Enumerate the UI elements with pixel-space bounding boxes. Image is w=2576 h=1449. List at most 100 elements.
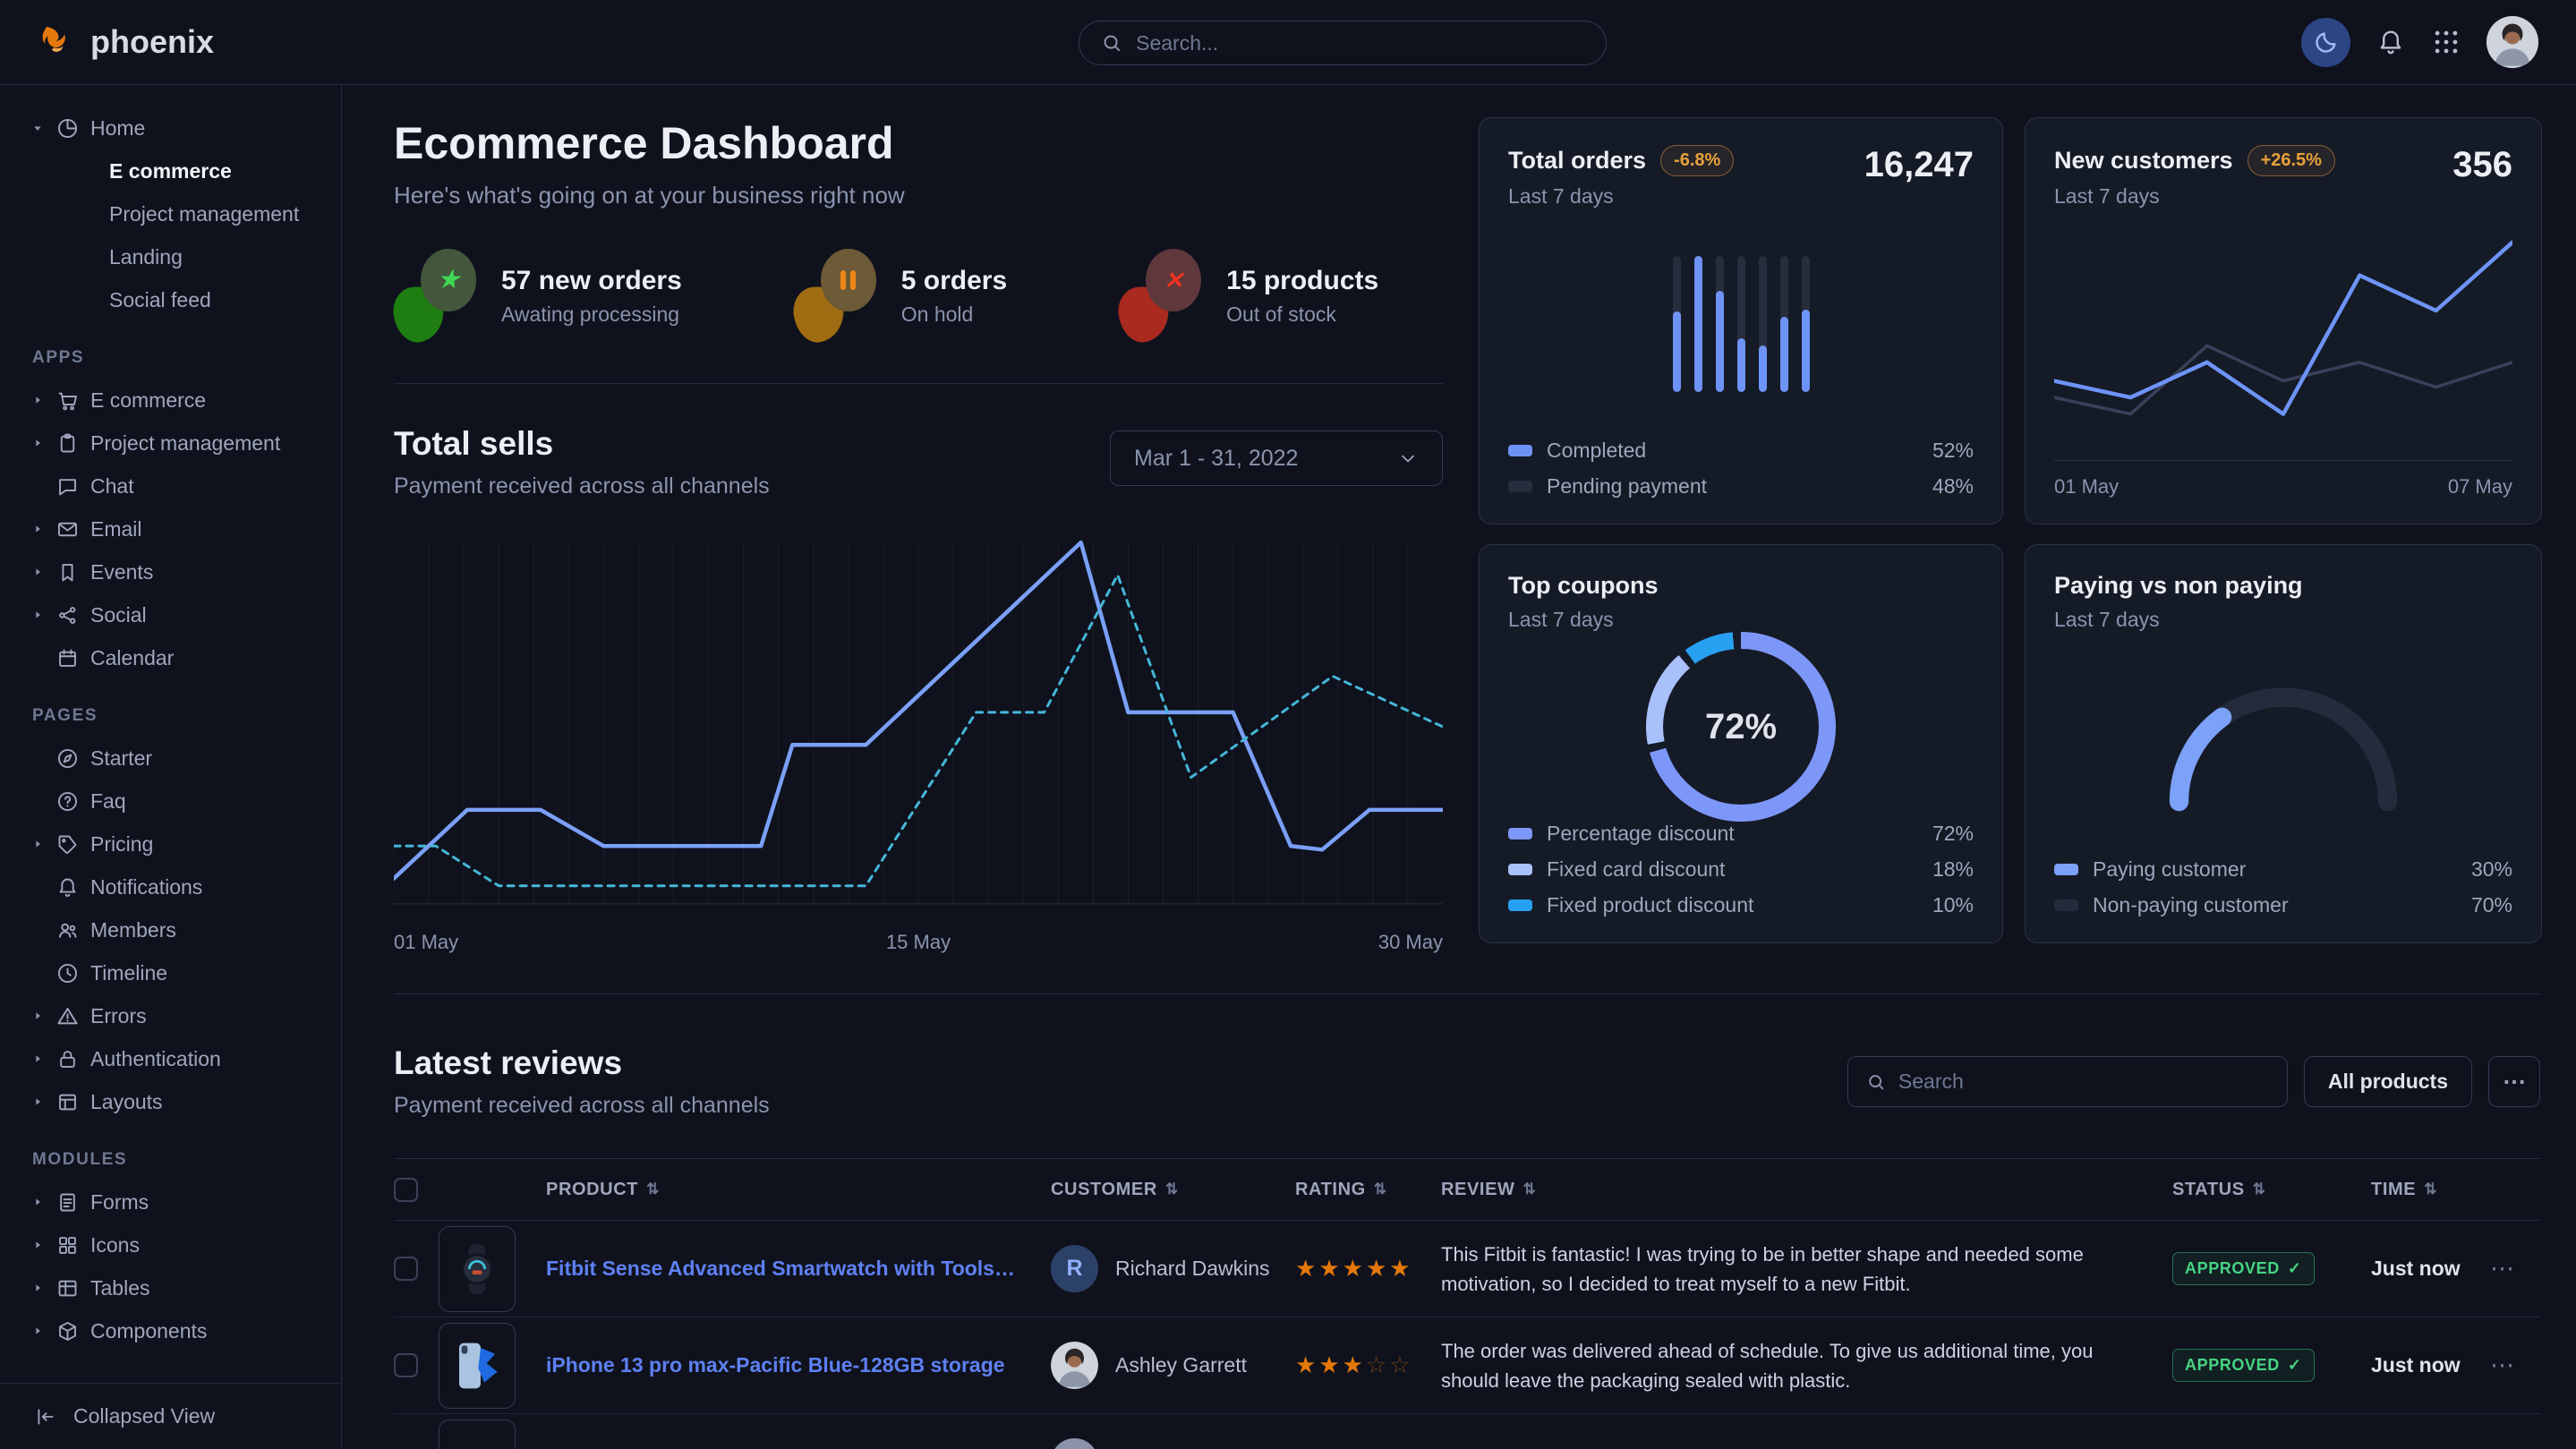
all-products-button[interactable]: All products bbox=[2304, 1056, 2472, 1107]
reviews-search-input[interactable] bbox=[1898, 1070, 2269, 1094]
sort-icon: ⇅ bbox=[2253, 1181, 2266, 1198]
sidebar-item[interactable]: Errors bbox=[30, 994, 321, 1037]
sidebar-item[interactable]: Project management bbox=[30, 422, 321, 465]
search-input[interactable] bbox=[1136, 31, 1584, 55]
chevron-right-icon bbox=[30, 1195, 45, 1209]
product-link[interactable]: iPhone 13 pro max-Pacific Blue-128GB sto… bbox=[546, 1353, 1051, 1377]
sidebar-section-label: APPS bbox=[32, 348, 321, 368]
star-filled-icon: ★ bbox=[1389, 1255, 1411, 1283]
tag-icon bbox=[55, 832, 80, 857]
table-icon bbox=[55, 1276, 80, 1300]
sidebar-item[interactable]: Notifications bbox=[30, 865, 321, 908]
empty-thumbnail bbox=[439, 1419, 516, 1449]
lock-icon bbox=[55, 1047, 80, 1071]
sidebar-item[interactable]: Icons bbox=[30, 1223, 321, 1266]
legend-row: Pending payment 48% bbox=[1508, 474, 1974, 499]
stat-icon: ★ bbox=[394, 249, 480, 344]
sidebar-item[interactable]: Events bbox=[30, 550, 321, 593]
sidebar-item[interactable]: Members bbox=[30, 908, 321, 951]
sidebar-item-label: Layouts bbox=[90, 1090, 163, 1114]
sidebar-item-label: Events bbox=[90, 560, 153, 584]
row-checkbox[interactable] bbox=[394, 1257, 418, 1281]
sidebar-item-label: Chat bbox=[90, 474, 134, 499]
row-checkbox[interactable] bbox=[394, 1353, 418, 1377]
sidebar-item[interactable]: Forms bbox=[30, 1181, 321, 1223]
user-avatar[interactable] bbox=[2486, 16, 2538, 68]
collapse-sidebar-button[interactable]: Collapsed View bbox=[0, 1383, 341, 1449]
sidebar-item[interactable]: Authentication bbox=[30, 1037, 321, 1080]
sidebar-item-label: Notifications bbox=[90, 875, 202, 899]
donut-center-value: 72% bbox=[1705, 707, 1777, 747]
theme-toggle-button[interactable] bbox=[2301, 18, 2350, 67]
brand-logo[interactable]: phoenix bbox=[38, 22, 214, 62]
chevron-down-icon bbox=[30, 121, 45, 135]
chevron-right-icon bbox=[30, 1095, 45, 1109]
apps-grid-button[interactable] bbox=[2431, 27, 2461, 57]
sidebar-item[interactable]: Email bbox=[30, 507, 321, 550]
sidebar-subitem[interactable]: Landing bbox=[30, 235, 321, 278]
cart-icon bbox=[55, 388, 80, 413]
row-more-button[interactable]: ⋯ bbox=[2490, 1351, 2540, 1379]
sidebar-subitem[interactable]: Social feed bbox=[30, 278, 321, 321]
chevron-right-icon bbox=[30, 393, 45, 407]
legend-label: Paying customer bbox=[2093, 857, 2246, 882]
date-range-select[interactable]: Mar 1 - 31, 2022 bbox=[1110, 430, 1443, 486]
page-subtitle: Here's what's going on at your business … bbox=[394, 182, 1443, 209]
bar bbox=[1737, 256, 1745, 392]
select-all-checkbox[interactable] bbox=[394, 1178, 418, 1202]
card-period: Last 7 days bbox=[1508, 184, 1734, 209]
sidebar-item[interactable]: Chat bbox=[30, 465, 321, 507]
sidebar-section-label: PAGES bbox=[32, 706, 321, 726]
legend-label: Fixed card discount bbox=[1547, 857, 1725, 882]
chevron-right-icon bbox=[30, 1052, 45, 1066]
layout-icon bbox=[55, 1090, 80, 1114]
column-header-customer[interactable]: CUSTOMER⇅ bbox=[1051, 1180, 1295, 1200]
sidebar-item-label: Calendar bbox=[90, 646, 174, 670]
stat-item: ★ 57 new orders Awating processing bbox=[394, 249, 682, 344]
sidebar-item[interactable]: Pricing bbox=[30, 823, 321, 865]
global-search[interactable] bbox=[1079, 21, 1607, 65]
sidebar-item[interactable]: Social bbox=[30, 593, 321, 636]
sidebar-item-label: Authentication bbox=[90, 1047, 221, 1071]
sidebar-subitem[interactable]: Project management bbox=[30, 192, 321, 235]
sidebar-item[interactable]: Starter bbox=[30, 737, 321, 780]
chevron-right-icon bbox=[30, 1238, 45, 1252]
sidebar-item[interactable]: Calendar bbox=[30, 636, 321, 679]
legend-label: Percentage discount bbox=[1547, 822, 1735, 846]
sidebar-item[interactable]: Layouts bbox=[30, 1080, 321, 1123]
row-more-button[interactable]: ⋯ bbox=[2490, 1255, 2540, 1283]
review-text: This Fitbit is fantastic! I was trying t… bbox=[1441, 1240, 2130, 1299]
customer-name: Richard Dawkins bbox=[1115, 1257, 1270, 1281]
table-header: PRODUCT⇅ CUSTOMER⇅ RATING⇅ REVIEW⇅ STATU… bbox=[394, 1158, 2540, 1221]
star-filled-icon: ★ bbox=[1366, 1255, 1387, 1283]
sidebar-item-label: Social bbox=[90, 603, 147, 627]
column-header-review[interactable]: REVIEW⇅ bbox=[1441, 1180, 2172, 1200]
change-badge: +26.5% bbox=[2248, 145, 2335, 176]
sidebar-item-label: Email bbox=[90, 517, 142, 541]
column-header-status[interactable]: STATUS⇅ bbox=[2172, 1180, 2371, 1200]
legend-value: 18% bbox=[1932, 857, 1974, 882]
sidebar-item[interactable]: E commerce bbox=[30, 379, 321, 422]
date-range-value: Mar 1 - 31, 2022 bbox=[1134, 446, 1298, 472]
column-header-rating[interactable]: RATING⇅ bbox=[1295, 1180, 1441, 1200]
legend-swatch bbox=[1508, 445, 1532, 456]
column-header-time[interactable]: TIME⇅ bbox=[2371, 1180, 2490, 1200]
collapse-label: Collapsed View bbox=[73, 1404, 215, 1428]
bar bbox=[1694, 256, 1702, 392]
reviews-search[interactable] bbox=[1847, 1056, 2288, 1107]
sidebar-item[interactable]: Faq bbox=[30, 780, 321, 823]
more-options-button[interactable]: ⋯ bbox=[2488, 1056, 2540, 1107]
sidebar-item[interactable]: Tables bbox=[30, 1266, 321, 1309]
star-filled-icon: ★ bbox=[1318, 1255, 1340, 1283]
sidebar-item-home[interactable]: Home bbox=[30, 107, 321, 149]
phoenix-flame-icon bbox=[38, 22, 77, 62]
box-icon bbox=[55, 1319, 80, 1343]
sidebar-item[interactable]: Components bbox=[30, 1309, 321, 1352]
check-icon: ✓ bbox=[2288, 1356, 2302, 1375]
stat-label: Awating processing bbox=[501, 303, 682, 327]
sidebar-item[interactable]: Timeline bbox=[30, 951, 321, 994]
notifications-button[interactable] bbox=[2376, 27, 2406, 57]
sidebar-subitem[interactable]: E commerce bbox=[30, 149, 321, 192]
product-link[interactable]: Fitbit Sense Advanced Smartwatch with To… bbox=[546, 1257, 1051, 1281]
column-header-product[interactable]: PRODUCT⇅ bbox=[546, 1180, 1051, 1200]
